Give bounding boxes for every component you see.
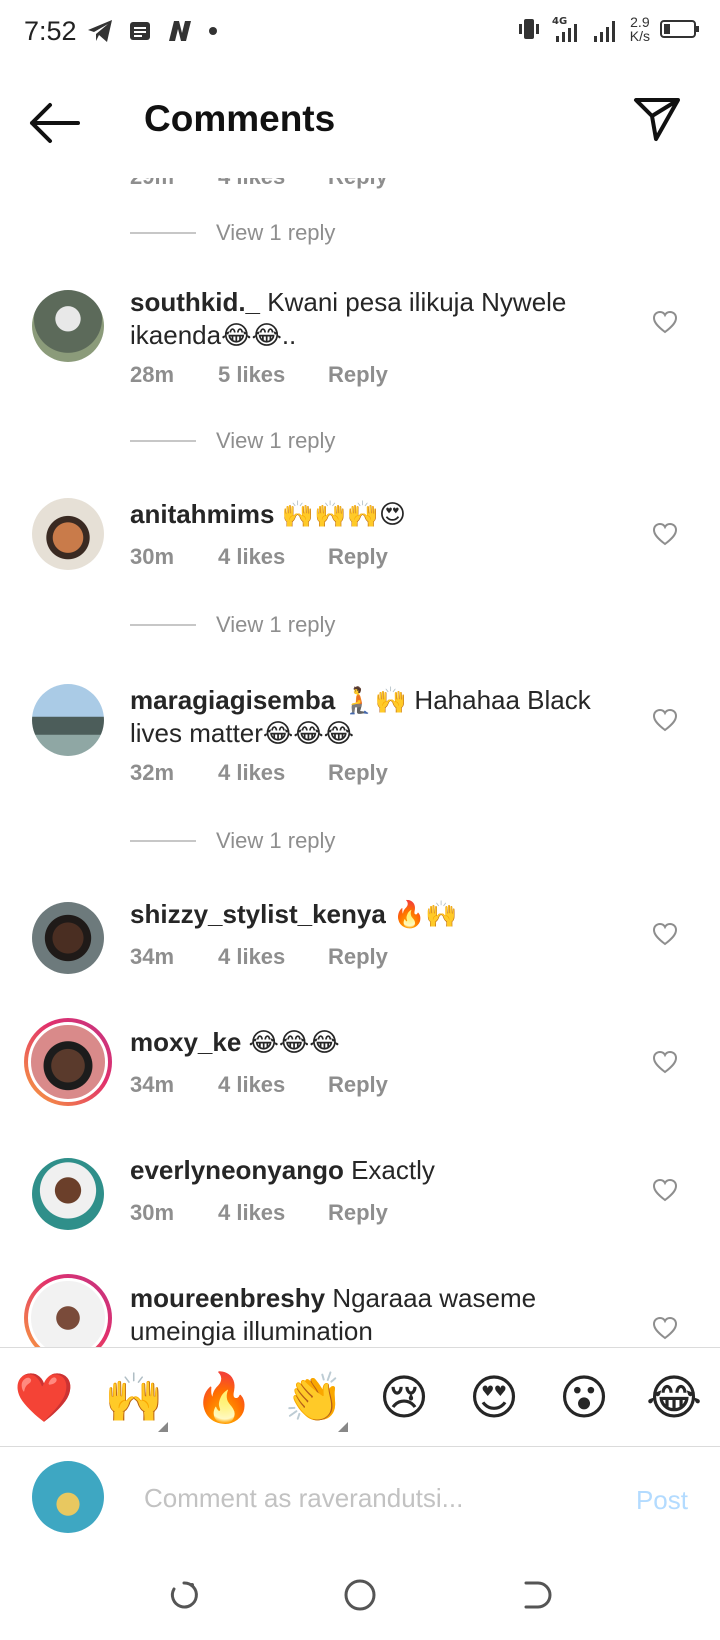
my-avatar — [32, 1461, 104, 1533]
comment-username[interactable]: shizzy_stylist_kenya — [130, 899, 386, 929]
comment-time: 34m — [130, 944, 175, 969]
heart-icon[interactable] — [652, 922, 678, 946]
avatar[interactable] — [24, 1018, 112, 1106]
comment-time: 30m — [130, 1200, 175, 1225]
heart-icon[interactable] — [652, 310, 678, 334]
heart-icon[interactable] — [652, 1316, 678, 1340]
comment-username[interactable]: southkid._ — [130, 287, 260, 317]
recent-apps-icon[interactable] — [166, 1577, 202, 1613]
reply-button[interactable]: Reply — [328, 544, 388, 570]
comment-likes[interactable]: 5 likes — [218, 362, 328, 388]
emoji-heart-eyes-button[interactable]: 😍 — [464, 1368, 524, 1428]
battery-icon — [660, 20, 699, 38]
comment-time: 32m — [130, 760, 175, 785]
telegram-icon — [88, 20, 112, 42]
comment-body: 😂😂😂 — [248, 1027, 340, 1057]
emoji-heart-button[interactable]: ❤️ — [14, 1368, 74, 1428]
notification-dot-icon — [209, 27, 217, 35]
emoji-crying-button[interactable]: 😢 — [374, 1368, 434, 1428]
heart-icon[interactable] — [652, 1050, 678, 1074]
comment-body: 🔥🙌 — [393, 899, 458, 929]
comment-composer: Comment as raverandutsi... Post — [0, 1447, 720, 1557]
avatar[interactable] — [32, 498, 104, 570]
reply-button[interactable]: Reply — [328, 760, 388, 786]
emoji-clap-button[interactable]: 👏 — [284, 1368, 348, 1432]
comment-likes[interactable]: 4 likes — [218, 544, 328, 570]
news-icon — [130, 22, 150, 40]
reply-button[interactable]: Reply — [328, 1200, 388, 1226]
heart-icon[interactable] — [652, 708, 678, 732]
comments-list[interactable]: 29m 4 likes Reply View 1 reply southkid.… — [0, 160, 720, 1347]
status-bar: 7:52 4G 2.9 K/s — [0, 0, 720, 66]
comment-username[interactable]: anitahmims — [130, 499, 275, 529]
view-replies-button[interactable]: View 1 reply — [130, 428, 335, 454]
comment-username[interactable]: maragiagisemba — [130, 685, 335, 715]
avatar[interactable] — [32, 290, 104, 362]
reply-button[interactable]: Reply — [328, 1072, 388, 1098]
view-replies-button[interactable]: View 1 reply — [130, 220, 335, 246]
send-icon[interactable] — [632, 96, 682, 142]
network-speed: 2.9 K/s — [629, 14, 650, 44]
comment-likes[interactable]: 4 likes — [218, 1200, 328, 1226]
comment-username[interactable]: everlyneonyango — [130, 1155, 344, 1185]
post-button[interactable]: Post — [636, 1485, 688, 1516]
emoji-surprised-button[interactable]: 😮 — [554, 1368, 614, 1428]
page-title: Comments — [144, 98, 336, 139]
heart-icon[interactable] — [652, 1178, 678, 1202]
home-icon[interactable] — [342, 1577, 378, 1613]
comment-input[interactable]: Comment as raverandutsi... — [144, 1483, 463, 1514]
avatar[interactable] — [32, 684, 104, 756]
avatar[interactable] — [24, 1274, 112, 1347]
svg-text:4G: 4G — [552, 16, 567, 27]
comment-likes[interactable]: 4 likes — [218, 1072, 328, 1098]
heart-icon[interactable] — [652, 522, 678, 546]
comment-likes[interactable]: 4 likes — [218, 760, 328, 786]
signal-icon — [593, 21, 615, 42]
back-arrow-icon[interactable] — [28, 100, 82, 146]
netflix-n-icon — [169, 21, 191, 41]
comment-time: 30m — [130, 544, 175, 569]
emoji-raised-hands-button[interactable]: 🙌 — [104, 1368, 168, 1432]
vibrate-icon — [518, 19, 539, 39]
clock: 7:52 — [24, 16, 77, 46]
reply-button[interactable]: Reply — [328, 362, 388, 388]
avatar[interactable] — [32, 1158, 104, 1230]
comment-body: 🙌🙌🙌😍 — [281, 499, 406, 529]
comment-body: Exactly — [351, 1155, 435, 1185]
reply-button[interactable]: Reply — [328, 944, 388, 970]
signal-4g-icon: 4G — [552, 16, 577, 42]
emoji-laughing-button[interactable]: 😂 — [644, 1368, 704, 1428]
header: Comments — [0, 66, 720, 178]
comment-username[interactable]: moxy_ke — [130, 1027, 241, 1057]
comment-username[interactable]: moureenbreshy — [130, 1283, 325, 1313]
comment-time: 34m — [130, 1072, 175, 1097]
view-replies-button[interactable]: View 1 reply — [130, 612, 335, 638]
emoji-quick-bar: ❤️ 🙌 🔥 👏 😢 😍 😮 😂 — [0, 1347, 720, 1447]
view-replies-button[interactable]: View 1 reply — [130, 828, 335, 854]
back-nav-icon[interactable] — [518, 1577, 554, 1613]
avatar[interactable] — [32, 902, 104, 974]
emoji-fire-button[interactable]: 🔥 — [194, 1368, 254, 1428]
comment-likes[interactable]: 4 likes — [218, 944, 328, 970]
system-nav-bar — [0, 1557, 720, 1640]
comment-time: 28m — [130, 362, 175, 387]
